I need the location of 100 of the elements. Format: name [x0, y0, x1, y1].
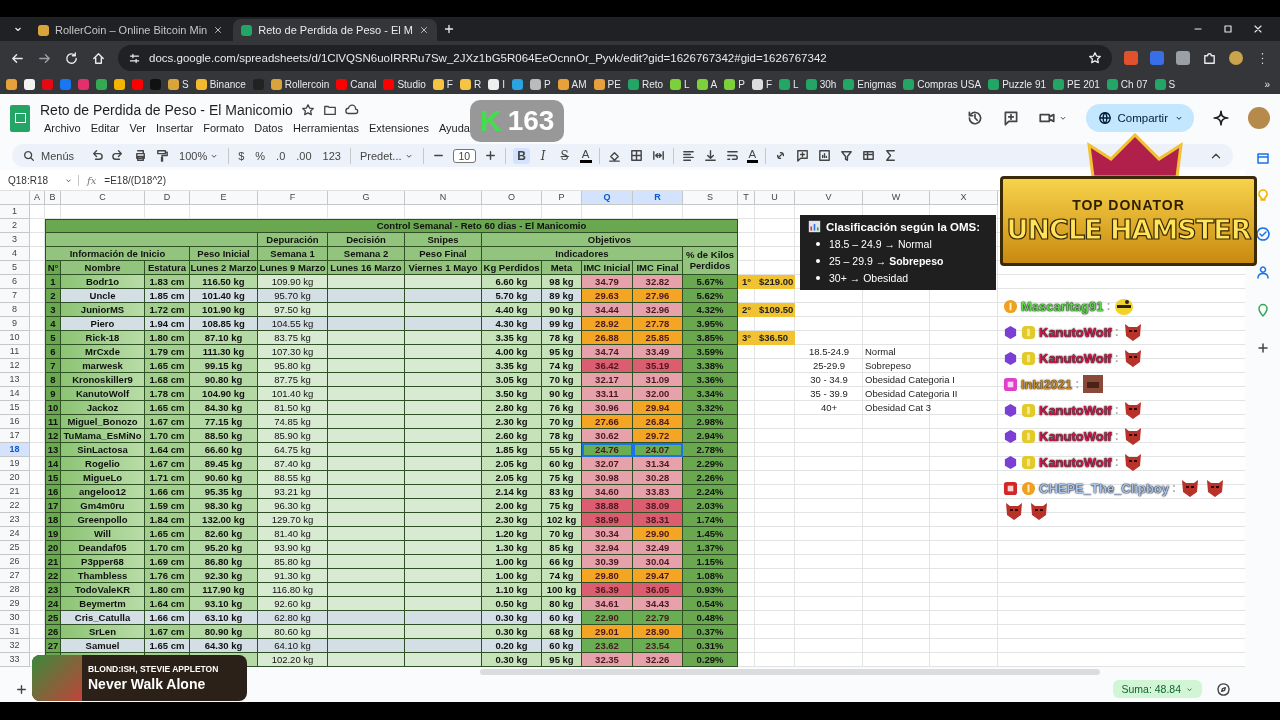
search-icon — [22, 148, 36, 163]
close-icon[interactable] — [213, 25, 224, 35]
close-icon[interactable] — [418, 25, 429, 35]
bookmark[interactable]: P — [529, 79, 551, 90]
text-color-button[interactable]: A — [579, 148, 592, 163]
bookmark[interactable]: Binance — [195, 79, 246, 90]
borders-icon[interactable] — [628, 148, 644, 164]
bookmark[interactable]: I — [488, 79, 505, 90]
dropdown[interactable]: 100% — [177, 149, 222, 162]
bookmark[interactable]: PE 201 — [1053, 79, 1100, 90]
bookmark[interactable]: Compras USA — [903, 79, 982, 90]
valign-icon[interactable] — [702, 148, 718, 164]
bookmark[interactable]: F — [432, 79, 453, 90]
globe-icon — [1097, 111, 1112, 125]
bookmark[interactable]: S — [168, 79, 189, 90]
format-toggle[interactable]: S — [556, 147, 573, 164]
reload-icon[interactable] — [64, 50, 79, 66]
bookmark[interactable]: Ch 07 — [1106, 79, 1148, 90]
sheets-logo-icon[interactable] — [10, 104, 30, 132]
menu-item[interactable]: Ver — [125, 120, 150, 135]
dropdown[interactable]: Predet... — [357, 149, 416, 162]
medal-badge-icon — [1003, 298, 1018, 314]
medal-badge-icon — [1021, 480, 1036, 496]
format-button[interactable]: % — [253, 149, 268, 162]
avatar[interactable] — [1248, 107, 1270, 129]
bookmark-icon[interactable] — [6, 79, 17, 90]
demon-face-emote-icon — [1028, 501, 1050, 521]
chat-username: KanutoWolf — [1039, 350, 1112, 366]
chat-username: KanutoWolf — [1039, 324, 1112, 340]
cloud-icon[interactable] — [344, 102, 359, 117]
menu-item[interactable]: Formato — [199, 120, 249, 135]
bookmark[interactable]: L — [670, 79, 690, 90]
more-bookmarks-button[interactable]: » — [1264, 79, 1274, 90]
tasks-icon[interactable] — [1254, 226, 1271, 242]
site-settings-icon[interactable] — [128, 51, 141, 65]
song-title: Never Walk Alone — [88, 676, 207, 692]
bookmark[interactable]: Reto — [627, 79, 664, 90]
address-field[interactable]: docs.google.com/spreadsheets/d/1ClVQSN6uoIRRRu7Sw_2JXz1bG5R064EeOcnnOr_Pyvk/edit?gid=1626767342#gid=1626767342 — [118, 45, 1112, 71]
person-icon[interactable] — [1254, 264, 1271, 280]
gem-badge-icon — [1003, 324, 1018, 340]
menu-item[interactable]: Datos — [250, 120, 287, 135]
scrollbar[interactable] — [480, 668, 1100, 675]
bookmark[interactable]: AM — [557, 79, 587, 90]
paint-format-icon[interactable] — [155, 148, 171, 164]
bookmark-icon[interactable] — [24, 79, 35, 90]
table-cell-text: Obesidad Categoria II — [864, 387, 959, 401]
bookmark[interactable]: P — [724, 79, 745, 90]
bookmark[interactable]: Studio — [383, 79, 426, 90]
bookmark[interactable]: S — [1154, 79, 1176, 90]
calendar-icon[interactable] — [1254, 150, 1271, 166]
bookmark[interactable]: Rollercoin — [270, 79, 330, 90]
bookmark-icon[interactable] — [96, 79, 107, 90]
format-button[interactable]: .00 — [294, 149, 314, 162]
format-toggle[interactable]: B — [513, 147, 530, 164]
bookmark[interactable]: Puzzle 91 — [988, 79, 1047, 90]
menu-item[interactable]: Archivo — [40, 120, 85, 135]
name-box[interactable]: Q18:R18 — [8, 174, 49, 186]
bookmark[interactable]: L — [779, 79, 799, 90]
format-button[interactable]: .0 — [274, 149, 288, 162]
close-icon[interactable] — [1252, 23, 1264, 35]
bookmark[interactable]: Enigmas — [843, 79, 897, 90]
bookmark-icon[interactable] — [511, 79, 523, 90]
bookmark[interactable]: A — [696, 79, 718, 90]
home-icon[interactable] — [91, 50, 106, 66]
sum-button[interactable]: Suma: 48.84 — [1113, 680, 1202, 699]
chat-username: CHEPE_The_Clipboy — [1039, 480, 1170, 496]
formula-field[interactable]: =E18/(D18^2) — [104, 174, 166, 186]
maximize-icon[interactable] — [1222, 23, 1234, 35]
sparkle-icon[interactable] — [1212, 109, 1230, 127]
filter-icon[interactable] — [839, 148, 855, 164]
format-button[interactable]: $ — [236, 149, 247, 162]
extensions-icon[interactable] — [1202, 50, 1217, 66]
chat-separator: : — [1114, 429, 1119, 443]
menu-item[interactable]: Extensiones — [365, 120, 433, 135]
bookmark[interactable]: R — [459, 79, 482, 90]
menu-item[interactable]: Insertar — [151, 120, 198, 135]
profile-avatar[interactable] — [1229, 51, 1243, 65]
bookmark[interactable]: Canal — [336, 79, 377, 90]
menu-search-button[interactable]: Menús — [22, 148, 83, 163]
format-toggle[interactable]: I — [536, 147, 550, 164]
comment-icon[interactable] — [795, 148, 811, 164]
menu-item[interactable]: Herramientas — [288, 120, 363, 135]
chart-icon[interactable] — [817, 148, 833, 164]
bookmark[interactable]: PE — [593, 79, 621, 90]
bookmark-star-icon[interactable] — [1088, 51, 1102, 65]
format-button[interactable]: 123 — [320, 149, 343, 162]
bookmark[interactable]: 30h — [805, 79, 837, 90]
align-icon[interactable] — [680, 148, 696, 164]
share-button[interactable]: Compartir — [1085, 104, 1194, 132]
browser-tab[interactable]: RollerCoin – Online Bitcoin Min — [30, 19, 232, 41]
explore-icon[interactable] — [1216, 681, 1231, 697]
document-title[interactable]: Reto de Perdida de Peso - El Manicomio — [40, 101, 293, 118]
star-icon[interactable] — [300, 102, 315, 117]
bookmark-icon[interactable] — [114, 79, 125, 90]
menu-item[interactable]: Ayuda — [434, 120, 474, 135]
text-color-button[interactable]: A — [746, 148, 759, 163]
browser-tab[interactable]: Reto de Perdida de Peso - El M — [233, 19, 437, 41]
menu-item[interactable]: Editar — [86, 120, 124, 135]
bookmark[interactable]: F — [751, 79, 773, 90]
font-size-field[interactable]: 10 — [452, 148, 477, 163]
